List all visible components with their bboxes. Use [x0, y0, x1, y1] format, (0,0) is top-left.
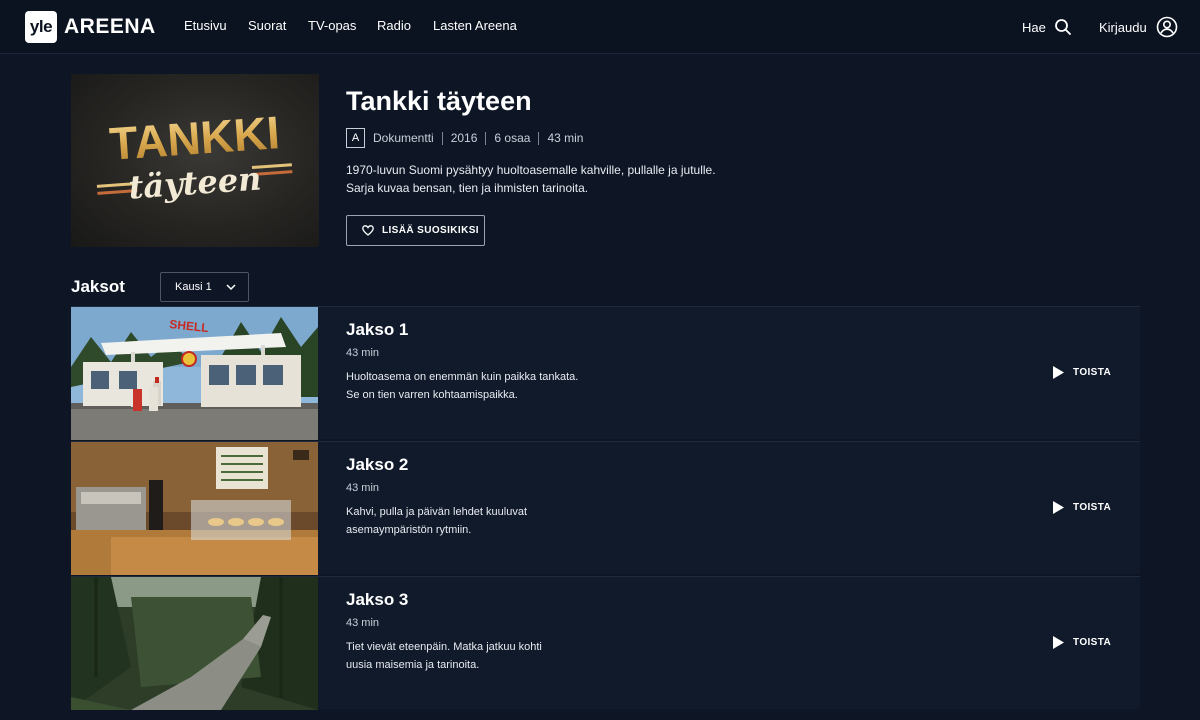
episodes-heading: Jaksot	[71, 277, 125, 296]
nav-suorat[interactable]: Suorat	[248, 18, 286, 33]
cover-title-bottom: täyteen	[127, 159, 262, 206]
episode-row[interactable]: SHELL Jakso 1 43 min Huoltoasema on enem…	[71, 306, 1140, 440]
heart-icon	[362, 225, 374, 236]
episode-description-line: Tiet vievät eteenpäin. Matka jatkuu koht…	[346, 641, 542, 653]
episode-row[interactable]: Jakso 3 43 min Tiet vievät eteenpäin. Ma…	[71, 576, 1140, 710]
episode-title[interactable]: Jakso 2	[346, 455, 408, 475]
nav-lasten-areena[interactable]: Lasten Areena	[433, 18, 517, 33]
meta-divider	[441, 131, 443, 145]
episode-description-line: uusia maisemia ja tarinoita.	[346, 659, 480, 671]
episode-thumbnail[interactable]	[71, 442, 318, 575]
series-title: Tankki täyteen	[346, 86, 532, 116]
episode-title[interactable]: Jakso 3	[346, 590, 408, 610]
episode-description: Kahvi, pulla ja päivän lehdet kuuluvat a…	[346, 503, 586, 539]
series-cover-image: TANKKI täyteen	[71, 74, 319, 247]
season-dropdown[interactable]: Kausi 1	[160, 272, 249, 302]
user-icon	[1156, 16, 1178, 38]
episode-description: Tiet vievät eteenpäin. Matka jatkuu koht…	[346, 638, 586, 674]
yle-logo-mark: yle	[25, 11, 57, 43]
episode-title[interactable]: Jakso 1	[346, 320, 408, 340]
play-icon	[1053, 635, 1064, 649]
search-button[interactable]: Hae	[1022, 15, 1072, 39]
episodes-count-label: 6 osaa	[494, 131, 531, 145]
description-line: Sarja kuvaa bensan, tien ja ihmisten tar…	[346, 181, 589, 195]
episode-thumbnail[interactable]	[71, 577, 318, 710]
play-label: TOISTA	[1073, 366, 1112, 378]
episode-row[interactable]: Jakso 2 43 min Kahvi, pulla ja päivän le…	[71, 441, 1140, 575]
nav-tv-opas[interactable]: TV-opas	[308, 18, 356, 33]
play-icon	[1053, 500, 1064, 514]
areena-logo-text: AREENA	[64, 15, 156, 38]
play-button[interactable]: TOISTA	[1053, 499, 1111, 515]
year-label: 2016	[450, 131, 478, 145]
series-metadata: A Dokumentti 2016 6 osaa 43 min	[346, 128, 583, 148]
description-line: 1970-luvun Suomi pysähtyy huoltoasemalle…	[346, 163, 716, 177]
episode-description-line: asemaympäristön rytmiin.	[346, 524, 472, 536]
episode-description-line: Se on tien varren kohtaamispaikka.	[346, 389, 518, 401]
series-description: 1970-luvun Suomi pysähtyy huoltoasemalle…	[346, 161, 726, 197]
play-label: TOISTA	[1073, 501, 1112, 513]
episode-description-line: Kahvi, pulla ja päivän lehdet kuuluvat	[346, 506, 528, 518]
episode-duration: 43 min	[346, 617, 380, 629]
favorite-label: LISÄÄ SUOSIKIKSI	[382, 225, 479, 236]
age-rating-badge: A	[346, 128, 365, 148]
yle-areena-logo[interactable]: yle AREENA	[25, 11, 156, 43]
meta-divider	[538, 131, 540, 145]
episode-description-line: Huoltoasema on enemmän kuin paikka tanka…	[346, 371, 579, 383]
season-selected-label: Kausi 1	[175, 281, 212, 293]
search-icon	[1054, 19, 1071, 35]
login-button[interactable]: Kirjaudu	[1099, 15, 1178, 39]
episode-thumbnail[interactable]: SHELL	[71, 307, 318, 440]
chevron-down-icon	[226, 284, 236, 291]
genre-label: Dokumentti	[373, 131, 434, 145]
add-to-favorites-button[interactable]: LISÄÄ SUOSIKIKSI	[346, 215, 485, 246]
meta-divider	[485, 131, 487, 145]
episode-duration: 43 min	[346, 347, 380, 359]
play-button[interactable]: TOISTA	[1053, 634, 1111, 650]
play-button[interactable]: TOISTA	[1053, 364, 1111, 380]
duration-label: 43 min	[547, 131, 584, 145]
nav-etusivu[interactable]: Etusivu	[184, 18, 227, 33]
top-navigation-bar: yle AREENA Etusivu Suorat TV-opas Radio …	[0, 0, 1200, 54]
play-label: TOISTA	[1073, 636, 1112, 648]
search-label: Hae	[1022, 19, 1046, 35]
nav-radio[interactable]: Radio	[377, 18, 411, 33]
play-icon	[1053, 365, 1064, 379]
login-label: Kirjaudu	[1099, 19, 1147, 35]
episode-description: Huoltoasema on enemmän kuin paikka tanka…	[346, 368, 586, 404]
episode-duration: 43 min	[346, 482, 380, 494]
